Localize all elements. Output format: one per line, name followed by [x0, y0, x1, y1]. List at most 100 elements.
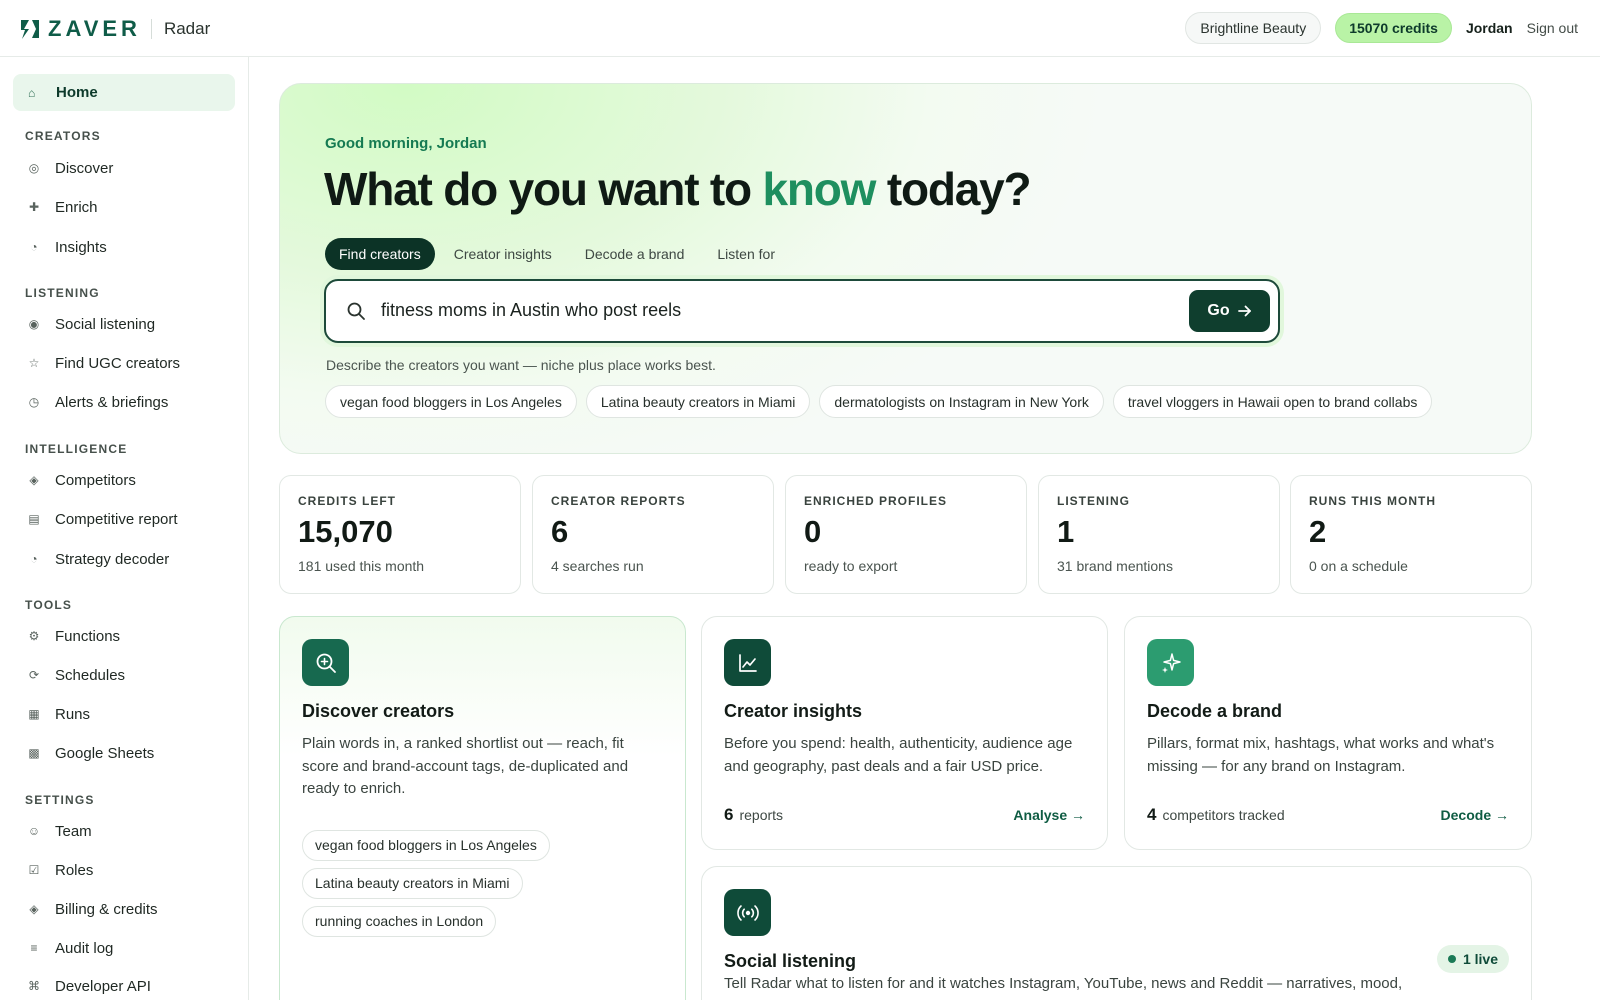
sidebar-item-social-listening[interactable]: ◉ Social listening: [27, 312, 155, 336]
sidebar-item-runs[interactable]: ▦ Runs: [27, 702, 90, 726]
square-icon: ▦: [28, 707, 40, 721]
sidebar-item-home[interactable]: ⌂ Home: [13, 74, 235, 111]
sidebar-item-label: Competitors: [55, 471, 136, 489]
line-chart-icon: [738, 653, 757, 672]
logo[interactable]: ZAVER Radar: [20, 16, 210, 42]
sign-out-link[interactable]: Sign out: [1527, 20, 1578, 36]
card-icon-tile: [724, 889, 771, 936]
card-social-listening[interactable]: Social listening 1 live Tell Radar what …: [701, 866, 1532, 1000]
search-plus-icon: [316, 653, 336, 673]
suggestion-chip[interactable]: travel vloggers in Hawaii open to brand …: [1112, 385, 1433, 418]
example-query-chip[interactable]: running coaches in London: [302, 906, 497, 937]
card-description-line: Pillars, format mix, hashtags, what work…: [1147, 735, 1495, 752]
card-footer: 6 reports Analyse →: [724, 805, 1085, 825]
sidebar-item-label: Home: [56, 84, 98, 101]
plus-icon: ✚: [28, 200, 40, 214]
status-badge-label: 1 live: [1462, 951, 1498, 967]
sidebar-item-label: Runs: [55, 705, 91, 723]
product-name: Radar: [163, 19, 211, 38]
tab-find-creators[interactable]: Find creators: [325, 238, 435, 270]
suggestion-chip[interactable]: vegan food bloggers in Los Angeles: [325, 385, 577, 418]
sidebar-item-alerts-briefings[interactable]: ◷ Alerts & briefings: [27, 390, 169, 414]
search-input[interactable]: [381, 300, 1161, 321]
example-query-chip[interactable]: Latina beauty creators in Miami: [302, 868, 523, 899]
card-description-line: score and brand-account tags, de-duplica…: [302, 757, 629, 775]
headline-pre: What do you want to: [324, 163, 763, 215]
sidebar-item-google-sheets[interactable]: ▩ Google Sheets: [27, 741, 154, 765]
suggestion-chip[interactable]: dermatologists on Instagram in New York: [819, 385, 1104, 418]
card-decode-a-brand[interactable]: Decode a brand Pillars, format mix, hash…: [1124, 616, 1532, 850]
credits-badge[interactable]: 15070 credits: [1335, 13, 1452, 43]
sidebar-item-roles[interactable]: ☑ Roles: [27, 858, 94, 882]
sidebar-section-creators: CREATORS: [25, 129, 101, 143]
sidebar-item-team[interactable]: ☺ Team: [27, 819, 92, 843]
pie-icon: ◔: [30, 240, 38, 254]
card-icon-tile: [724, 639, 771, 686]
analyse-link[interactable]: Analyse →: [1013, 807, 1085, 823]
card-description-line: ready to enrich.: [302, 780, 406, 797]
card-description: Pillars, format mix, hashtags, what work…: [1147, 733, 1494, 778]
card-creator-insights[interactable]: Creator insights Before you spend: healt…: [701, 616, 1108, 850]
sidebar-item-billing-credits[interactable]: ◈ Billing & credits: [27, 897, 158, 921]
card-footer: 4 competitors tracked Decode →: [1147, 805, 1509, 825]
sidebar-item-functions[interactable]: ⚙ Functions: [27, 624, 120, 648]
sidebar-item-label: Developer API: [55, 977, 151, 995]
org-switcher[interactable]: Brightline Beauty: [1185, 12, 1322, 44]
decode-link[interactable]: Decode →: [1441, 807, 1509, 823]
sidebar-item-enrich[interactable]: ✚ Enrich: [27, 195, 98, 219]
diamond-icon: ◈: [29, 902, 39, 916]
sidebar-section-listening: LISTENING: [25, 286, 100, 300]
card-title: Creator insights: [724, 701, 863, 721]
clock-icon: ◷: [28, 395, 40, 409]
sidebar-section-tools: TOOLS: [25, 598, 73, 612]
card-metric-value: 4: [1147, 805, 1157, 824]
logo-mark-icon: [21, 20, 39, 39]
card-discover-creators[interactable]: Discover creators Plain words in, a rank…: [279, 616, 686, 1000]
card-description-line: missing — for any brand on Instagram.: [1147, 757, 1406, 775]
stat-label: CREATOR REPORTS: [551, 494, 686, 508]
sidebar-item-label: Competitive report: [55, 510, 178, 528]
check-box-icon: ☑: [28, 863, 40, 877]
sidebar-item-schedules[interactable]: ⟳ Schedules: [27, 663, 125, 687]
sidebar-item-competitors[interactable]: ◈ Competitors: [27, 468, 136, 492]
card-title: Discover creators: [302, 701, 455, 721]
tab-listen-for[interactable]: Listen for: [703, 238, 789, 270]
go-button[interactable]: Go: [1189, 290, 1270, 332]
sidebar-item-label: Strategy decoder: [55, 550, 170, 568]
stat-card-creator-reports: CREATOR REPORTS 6 4 searches run: [532, 475, 774, 594]
lines-icon: ≡: [30, 941, 38, 955]
tab-creator-insights[interactable]: Creator insights: [440, 238, 566, 270]
sidebar-item-label: Alerts & briefings: [55, 393, 169, 411]
card-title: Decode a brand: [1147, 701, 1283, 721]
radio-icon: ◉: [28, 317, 40, 331]
card-metric: 4 competitors tracked: [1147, 805, 1285, 825]
sidebar-item-discover[interactable]: ◎ Discover: [27, 156, 114, 180]
card-title: Social listening: [724, 951, 857, 971]
sidebar-item-find-ugc-creators[interactable]: ☆ Find UGC creators: [27, 351, 180, 375]
sidebar-item-audit-log[interactable]: ≡ Audit log: [27, 936, 113, 960]
stat-value: 2: [1309, 514, 1327, 549]
tab-decode-a-brand[interactable]: Decode a brand: [571, 238, 699, 270]
go-button-label: Go: [1207, 302, 1230, 319]
page-title: What do you want to know today?: [324, 162, 1032, 216]
sidebar-item-insights[interactable]: ◔ Insights: [27, 235, 106, 259]
sidebar-item-label: Find UGC creators: [55, 354, 181, 372]
example-query-chips: vegan food bloggers in Los Angeles Latin…: [302, 830, 550, 944]
sidebar-item-strategy-decoder[interactable]: ◔ Strategy decoder: [27, 547, 169, 571]
sidebar-item-developer-api[interactable]: ⌘ Developer API: [27, 974, 151, 998]
ring-icon: ◎: [28, 161, 40, 175]
card-description-line: Plain words in, a ranked shortlist out —…: [302, 735, 624, 752]
sidebar-item-label: Billing & credits: [55, 900, 158, 918]
suggestion-chip[interactable]: Latina beauty creators in Miami: [585, 385, 811, 418]
example-query-chip[interactable]: vegan food bloggers in Los Angeles: [302, 830, 550, 861]
user-name[interactable]: Jordan: [1466, 20, 1513, 36]
status-badge: 1 live: [1436, 945, 1509, 973]
stat-subtext: 31 brand mentions: [1057, 558, 1173, 574]
suggestion-chips: vegan food bloggers in Los Angeles Latin…: [325, 385, 1441, 418]
sidebar-item-competitive-report[interactable]: ▤ Competitive report: [27, 507, 178, 531]
mode-tabs: Find creators Creator insights Decode a …: [325, 238, 794, 270]
sidebar-section-settings: SETTINGS: [25, 793, 95, 807]
top-bar: ZAVER Radar Brightline Beauty 15070 cred…: [0, 0, 1600, 57]
stat-label: ENRICHED PROFILES: [804, 494, 948, 508]
sidebar: ⌂ Home CREATORS ◎ Discover ✚ Enrich ◔ In…: [0, 57, 249, 1000]
